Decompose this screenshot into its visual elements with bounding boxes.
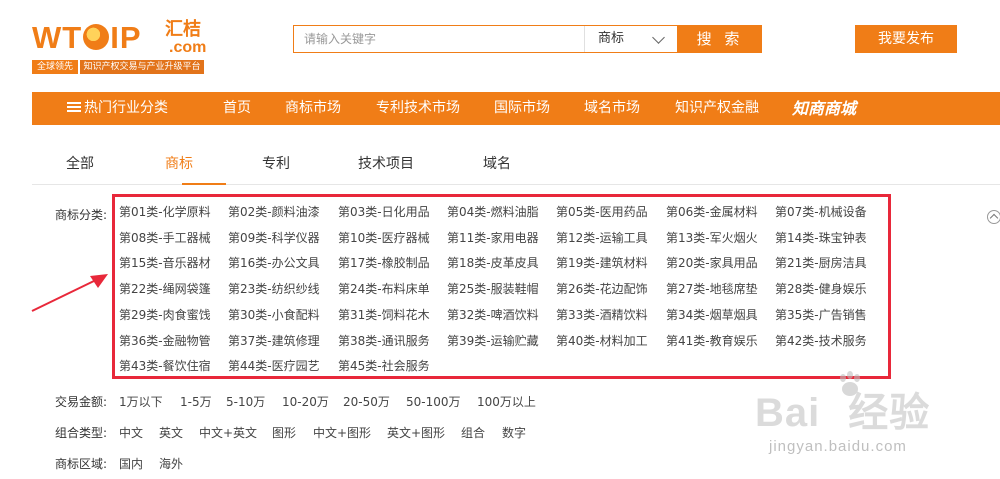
combo-option[interactable]: 图形 (272, 426, 296, 440)
search-input[interactable] (294, 26, 584, 52)
region-option[interactable]: 海外 (159, 457, 183, 471)
nav-item-categories[interactable]: 热门行业分类 (67, 92, 168, 125)
wtoip-logo[interactable]: WT IP 汇桔 .com 全球领先 知识产权交易与产业升级平台 (32, 20, 212, 76)
nav-item-ip-finance[interactable]: 知识产权金融 (675, 92, 759, 125)
region-filter-label: 商标区域: (55, 457, 108, 471)
search-type-value: 商标 (598, 31, 625, 46)
amount-option[interactable]: 5-10万 (226, 395, 265, 409)
header: WT IP 汇桔 .com 全球领先 知识产权交易与产业升级平台 商标 搜 索 我… (0, 0, 1000, 92)
nav-item-patent-market[interactable]: 专利技术市场 (376, 92, 460, 125)
tab-all[interactable]: 全部 (66, 155, 94, 173)
combo-option[interactable]: 中文+英文 (199, 426, 257, 440)
nav-item-domain-market[interactable]: 域名市场 (584, 92, 640, 125)
logo-cn-text: 汇桔 (165, 19, 201, 40)
amount-option[interactable]: 100万以上 (477, 395, 536, 409)
category-filter-label: 商标分类: (55, 208, 108, 222)
logo-o-icon (83, 24, 110, 50)
nav-item-home[interactable]: 首页 (223, 92, 251, 125)
amount-option[interactable]: 1万以下 (119, 395, 163, 409)
collapse-up-icon[interactable] (987, 210, 1000, 224)
logo-wordmark: WT IP (32, 20, 142, 56)
amount-filter-label: 交易金额: (55, 395, 108, 409)
watermark-url: jingyan.baidu.com (769, 438, 907, 455)
chevron-down-icon (652, 31, 665, 44)
combo-option[interactable]: 中文+图形 (313, 426, 371, 440)
combo-option[interactable]: 英文 (159, 426, 183, 440)
logo-text-ip: IP (110, 20, 142, 55)
search-box: 商标 (293, 25, 678, 53)
main-nav: 热门行业分类 首页 商标市场 专利技术市场 国际市场 域名市场 知识产权金融 知… (32, 92, 1000, 125)
nav-item-mall[interactable]: 知商商城 (792, 92, 856, 125)
amount-option[interactable]: 20-50万 (343, 395, 390, 409)
tab-trademark[interactable]: 商标 (165, 155, 193, 173)
amount-option[interactable]: 50-100万 (406, 395, 461, 409)
combo-filter-label: 组合类型: (55, 426, 108, 440)
logo-tagline-1: 全球领先 (32, 60, 78, 74)
combo-option[interactable]: 数字 (502, 426, 526, 440)
tab-domain[interactable]: 域名 (483, 155, 511, 173)
highlight-annotation-box (112, 194, 891, 379)
baidu-jingyan-watermark: Bai 经验 jingyan.baidu.com (755, 370, 1000, 479)
region-option[interactable]: 国内 (119, 457, 143, 471)
publish-button[interactable]: 我要发布 (855, 25, 957, 53)
nav-item-international-market[interactable]: 国际市场 (494, 92, 550, 125)
baidu-paw-icon (840, 371, 860, 396)
annotation-arrow-icon (31, 274, 108, 312)
amount-option[interactable]: 10-20万 (282, 395, 329, 409)
search-button[interactable]: 搜 索 (678, 25, 762, 53)
amount-option[interactable]: 1-5万 (180, 395, 212, 409)
nav-item-trademark-market[interactable]: 商标市场 (285, 92, 341, 125)
combo-option[interactable]: 英文+图形 (387, 426, 445, 440)
tab-bar: 全部 商标 专利 技术项目 域名 (32, 125, 1000, 185)
logo-text-wt: WT (32, 20, 83, 55)
combo-option[interactable]: 中文 (119, 426, 143, 440)
logo-tagline-2: 知识产权交易与产业升级平台 (80, 60, 204, 74)
search-type-select[interactable]: 商标 (584, 26, 678, 52)
tab-tech-project[interactable]: 技术项目 (358, 155, 414, 173)
menu-icon (67, 102, 81, 112)
nav-item-label: 热门行业分类 (84, 100, 168, 116)
tab-patent[interactable]: 专利 (262, 155, 290, 173)
combo-option[interactable]: 组合 (461, 426, 485, 440)
active-tab-indicator (182, 183, 226, 185)
logo-com-text: .com (169, 39, 207, 56)
